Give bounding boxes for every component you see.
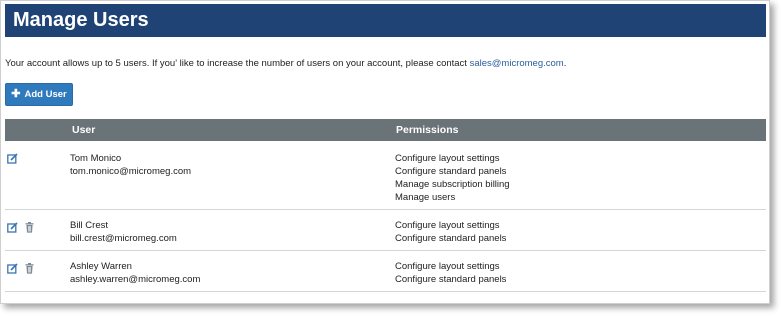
permission-item: Manage users xyxy=(395,192,456,203)
permission-item: Configure layout settings xyxy=(395,153,500,164)
account-limit-text: Your account allows up to 5 users. If yo… xyxy=(5,58,470,69)
user-cell: Ashley Warren ashley.warren@micromeg.com xyxy=(70,260,200,286)
permission-item: Manage subscription billing xyxy=(395,179,510,190)
table-row: Bill Crest bill.crest@micromeg.com Confi… xyxy=(5,210,766,251)
row-actions xyxy=(7,220,35,233)
table-row: Tom Monico tom.monico@micromeg.com Confi… xyxy=(5,141,766,210)
page-title: Manage Users xyxy=(13,9,149,31)
edit-icon[interactable] xyxy=(7,151,18,164)
row-actions xyxy=(7,151,18,164)
permission-item: Configure layout settings xyxy=(395,220,500,231)
user-name: Ashley Warren xyxy=(70,261,132,272)
permissions-cell: Configure layout settings Configure stan… xyxy=(395,219,506,245)
permissions-cell: Configure layout settings Configure stan… xyxy=(395,152,510,204)
title-bar: Manage Users xyxy=(5,4,766,37)
plus-icon: ✚ xyxy=(11,88,21,100)
account-limit-trailing: . xyxy=(563,58,567,69)
add-user-label: Add User xyxy=(24,89,67,100)
account-limit-message: Your account allows up to 5 users. If yo… xyxy=(5,58,566,69)
user-email: bill.crest@micromeg.com xyxy=(70,233,177,244)
user-email: ashley.warren@micromeg.com xyxy=(70,274,201,285)
user-cell: Tom Monico tom.monico@micromeg.com xyxy=(70,152,191,178)
table-header: User Permissions xyxy=(5,119,766,141)
table-row: Ashley Warren ashley.warren@micromeg.com… xyxy=(5,251,766,292)
permission-item: Configure layout settings xyxy=(395,261,500,272)
permission-item: Configure standard panels xyxy=(395,274,507,285)
manage-users-panel: Manage Users Your account allows up to 5… xyxy=(0,0,770,304)
column-header-user: User xyxy=(72,124,96,136)
user-name: Tom Monico xyxy=(70,153,122,164)
row-actions xyxy=(7,261,35,274)
permissions-cell: Configure layout settings Configure stan… xyxy=(395,260,506,286)
user-name: Bill Crest xyxy=(70,220,109,231)
trash-icon[interactable] xyxy=(24,220,35,233)
add-user-button[interactable]: ✚ Add User xyxy=(5,83,73,106)
column-header-permissions: Permissions xyxy=(396,124,459,136)
sales-email-link[interactable]: sales@micromeg.com xyxy=(470,58,564,69)
edit-icon[interactable] xyxy=(7,261,18,274)
users-table: User Permissions Tom Monico tom.monico@m… xyxy=(5,119,766,292)
permission-item: Configure standard panels xyxy=(395,233,507,244)
edit-icon[interactable] xyxy=(7,220,18,233)
user-cell: Bill Crest bill.crest@micromeg.com xyxy=(70,219,177,245)
permission-item: Configure standard panels xyxy=(395,166,507,177)
user-email: tom.monico@micromeg.com xyxy=(70,166,192,177)
trash-icon[interactable] xyxy=(24,261,35,274)
